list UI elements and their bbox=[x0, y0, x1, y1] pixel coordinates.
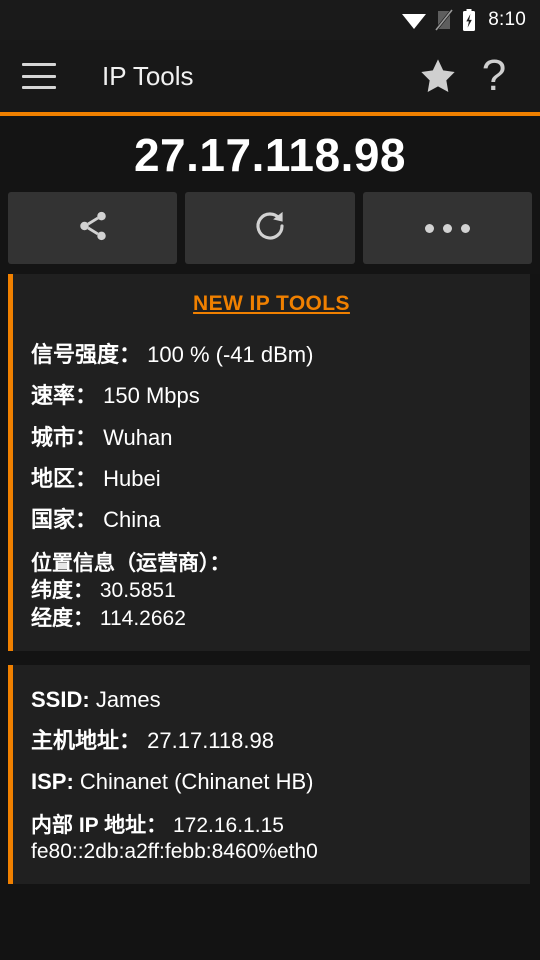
hamburger-menu-icon[interactable] bbox=[22, 63, 56, 89]
latitude-value: 30.5851 bbox=[99, 579, 176, 603]
info-row-isp: ISP: Chinanet (Chinanet HB) bbox=[31, 761, 530, 802]
internal-ip-value: 172.16.1.15 bbox=[172, 813, 284, 837]
longitude-value: 114.2662 bbox=[99, 607, 186, 630]
info-label: 信号强度： bbox=[31, 342, 142, 367]
refresh-icon bbox=[252, 208, 288, 249]
info-row-city: 城市： Wuhan bbox=[31, 417, 530, 458]
info-row-speed: 速率： 150 Mbps bbox=[31, 375, 530, 416]
help-button[interactable]: ? bbox=[466, 48, 522, 104]
ssid-label: SSID: bbox=[31, 686, 90, 712]
info-row-host: 主机地址： 27.17.118.98 bbox=[31, 720, 530, 761]
longitude-label: 经度： bbox=[31, 607, 94, 630]
isp-label: ISP: bbox=[31, 769, 74, 795]
internal-ip-row: 内部 IP 地址： 172.16.1.15 bbox=[31, 812, 530, 840]
ssid-value: James bbox=[95, 686, 161, 712]
internal-ip-block: 内部 IP 地址： 172.16.1.15 fe80::2db:a2ff:feb… bbox=[31, 803, 530, 868]
status-bar-clock: 8:10 bbox=[488, 9, 526, 30]
more-options-button[interactable] bbox=[362, 192, 532, 264]
latitude-row: 纬度： 30.5851 bbox=[31, 577, 530, 605]
content-scroll-area[interactable]: NEW IP TOOLS 信号强度： 100 % (-41 dBm) 速率： 1… bbox=[0, 274, 540, 884]
app-toolbar: IP Tools ? bbox=[0, 40, 540, 112]
info-row-region: 地区： Hubei bbox=[31, 458, 530, 499]
action-button-row bbox=[0, 192, 540, 274]
host-label: 主机地址： bbox=[31, 728, 142, 754]
wifi-icon bbox=[402, 10, 427, 30]
info-label: 地区： bbox=[31, 465, 98, 491]
status-bar: 8:10 bbox=[0, 0, 540, 40]
info-label: 国家： bbox=[31, 507, 98, 533]
ip-info-card: NEW IP TOOLS 信号强度： 100 % (-41 dBm) 速率： 1… bbox=[8, 274, 530, 651]
promo-link-row: NEW IP TOOLS bbox=[31, 288, 530, 334]
more-options-icon bbox=[424, 223, 470, 233]
internal-ipv6-value: fe80::2db:a2ff:febb:8460%eth0 bbox=[31, 840, 318, 864]
location-title: 位置信息（运营商）： bbox=[31, 551, 231, 575]
signal-no-sim-icon bbox=[435, 9, 454, 31]
info-value: 100 % (-41 dBm) bbox=[147, 342, 314, 367]
battery-charging-icon bbox=[462, 9, 476, 31]
refresh-button[interactable] bbox=[185, 192, 355, 264]
share-icon bbox=[76, 209, 110, 248]
info-label: 速率： bbox=[31, 383, 98, 409]
info-row-ssid: SSID: James bbox=[31, 679, 530, 720]
star-icon[interactable] bbox=[410, 48, 466, 104]
public-ip-value: 27.17.118.98 bbox=[133, 129, 407, 181]
info-value: 150 Mbps bbox=[103, 383, 200, 409]
info-value: Hubei bbox=[103, 465, 161, 491]
page-title: IP Tools bbox=[102, 60, 194, 91]
latitude-label: 纬度： bbox=[31, 579, 94, 603]
network-info-card: SSID: James 主机地址： 27.17.118.98 ISP: Chin… bbox=[8, 664, 530, 884]
help-label: ? bbox=[481, 51, 507, 100]
host-value: 27.17.118.98 bbox=[147, 728, 274, 754]
info-row-country: 国家： China bbox=[31, 499, 530, 540]
new-ip-tools-link[interactable]: NEW IP TOOLS bbox=[193, 292, 350, 315]
location-block: 位置信息（运营商）： 纬度： 30.5851 经度： 114.2662 bbox=[31, 541, 530, 635]
longitude-row: 经度： 114.2662 bbox=[31, 605, 530, 633]
internal-ip-label: 内部 IP 地址： bbox=[31, 813, 168, 837]
info-value: Wuhan bbox=[103, 424, 173, 450]
share-button[interactable] bbox=[8, 192, 178, 264]
info-label: 城市： bbox=[31, 424, 98, 450]
isp-value: Chinanet (Chinanet HB) bbox=[79, 769, 314, 795]
info-value: China bbox=[103, 507, 161, 533]
public-ip-header: 27.17.118.98 bbox=[0, 116, 540, 192]
info-row-signal: 信号强度： 100 % (-41 dBm) bbox=[31, 334, 530, 375]
